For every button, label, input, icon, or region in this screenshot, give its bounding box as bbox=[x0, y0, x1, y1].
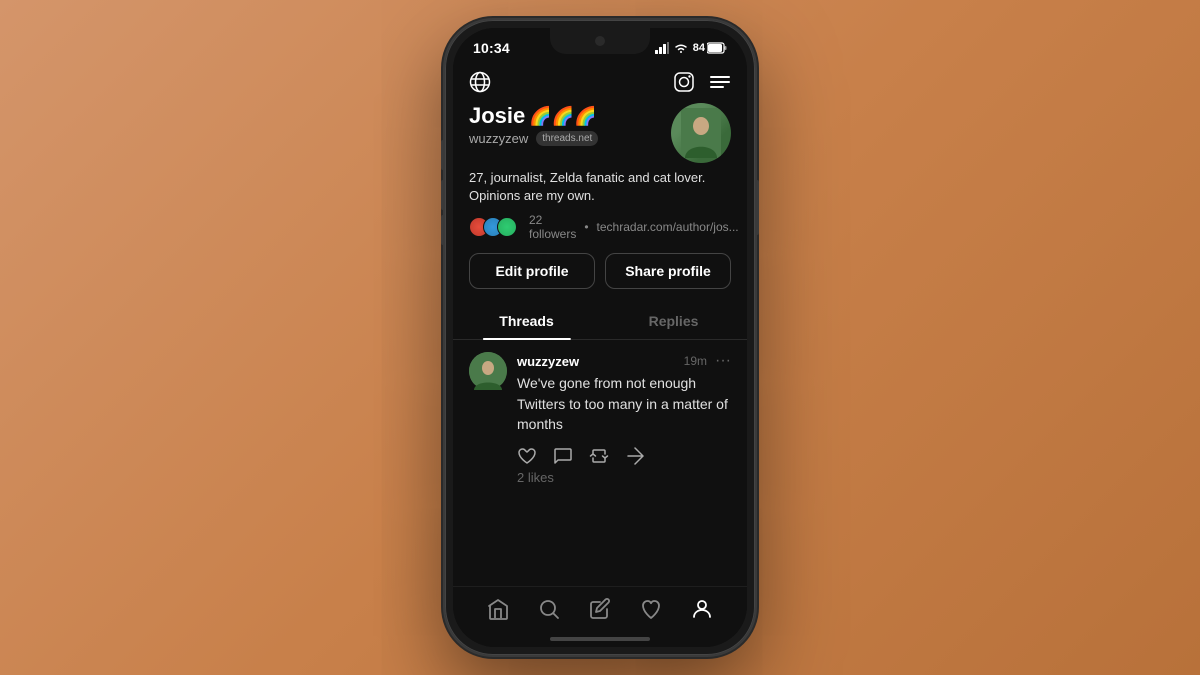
search-nav-item[interactable] bbox=[537, 597, 561, 621]
like-button[interactable] bbox=[517, 444, 537, 465]
heart-nav-item[interactable] bbox=[639, 597, 663, 621]
thread-username: wuzzyzew bbox=[517, 354, 579, 369]
status-bar: 10:34 84 bbox=[453, 28, 747, 62]
compose-nav-item[interactable] bbox=[588, 597, 612, 621]
profile-bio: 27, journalist, Zelda fanatic and cat lo… bbox=[469, 169, 731, 205]
thread-meta: 19m ··· bbox=[684, 352, 731, 370]
profile-name: Josie 🌈🌈🌈 bbox=[469, 103, 671, 129]
avatar-img bbox=[671, 103, 731, 163]
thread-item: wuzzyzew 19m ··· We've gone from not eno… bbox=[469, 352, 731, 484]
bottom-nav bbox=[453, 586, 747, 637]
battery-container: 84 bbox=[693, 42, 727, 54]
status-icons: 84 bbox=[655, 42, 727, 54]
home-nav-item[interactable] bbox=[486, 597, 510, 621]
profile-section: Josie 🌈🌈🌈 wuzzyzew threads.net bbox=[453, 99, 747, 303]
thread-likes: 2 likes bbox=[517, 470, 731, 485]
follower-avatars bbox=[469, 217, 511, 237]
followers-link[interactable]: techradar.com/author/jos... bbox=[597, 220, 739, 234]
phone-frame: 10:34 84 bbox=[445, 20, 755, 655]
globe-icon[interactable] bbox=[469, 70, 491, 93]
share-button[interactable] bbox=[625, 444, 645, 465]
thread-more-button[interactable]: ··· bbox=[715, 352, 731, 370]
thread-feed: wuzzyzew 19m ··· We've gone from not eno… bbox=[453, 340, 747, 586]
thread-avatar bbox=[469, 352, 507, 390]
follower-avatar-3 bbox=[497, 217, 517, 237]
repost-button[interactable] bbox=[589, 444, 609, 465]
tab-threads[interactable]: Threads bbox=[453, 303, 600, 339]
menu-icon[interactable] bbox=[709, 70, 731, 93]
threads-badge: threads.net bbox=[536, 131, 598, 146]
tab-replies[interactable]: Replies bbox=[600, 303, 747, 339]
battery-level: 84 bbox=[693, 42, 705, 54]
share-profile-button[interactable]: Share profile bbox=[605, 253, 731, 289]
edit-profile-button[interactable]: Edit profile bbox=[469, 253, 595, 289]
wifi-icon bbox=[674, 42, 688, 54]
notch-camera bbox=[595, 36, 605, 46]
thread-time: 19m bbox=[684, 354, 707, 368]
thread-header: wuzzyzew 19m ··· bbox=[517, 352, 731, 370]
tabs-row: Threads Replies bbox=[453, 303, 747, 340]
battery-icon bbox=[707, 42, 727, 54]
profile-header: Josie 🌈🌈🌈 wuzzyzew threads.net bbox=[469, 103, 731, 163]
app-content: Josie 🌈🌈🌈 wuzzyzew threads.net bbox=[453, 62, 747, 637]
top-nav bbox=[453, 62, 747, 99]
signal-icon bbox=[655, 42, 669, 54]
profile-avatar bbox=[671, 103, 731, 163]
nav-right bbox=[673, 70, 731, 93]
profile-name-area: Josie 🌈🌈🌈 wuzzyzew threads.net bbox=[469, 103, 671, 146]
instagram-icon[interactable] bbox=[673, 70, 695, 93]
thread-actions bbox=[517, 444, 731, 465]
home-indicator bbox=[453, 637, 747, 647]
profile-handle: wuzzyzew bbox=[469, 131, 528, 146]
thread-body: wuzzyzew 19m ··· We've gone from not eno… bbox=[517, 352, 731, 484]
action-buttons: Edit profile Share profile bbox=[469, 253, 731, 289]
followers-row: 22 followers • techradar.com/author/jos.… bbox=[469, 213, 731, 241]
dot-separator: • bbox=[584, 220, 588, 234]
followers-count[interactable]: 22 followers bbox=[529, 213, 576, 241]
status-time: 10:34 bbox=[473, 40, 510, 56]
thread-text: We've gone from not enough Twitters to t… bbox=[517, 373, 731, 434]
comment-button[interactable] bbox=[553, 444, 573, 465]
phone-screen: 10:34 84 bbox=[453, 28, 747, 647]
notch bbox=[550, 28, 650, 54]
home-bar bbox=[550, 637, 650, 641]
profile-handle-row: wuzzyzew threads.net bbox=[469, 131, 671, 146]
profile-nav-item[interactable] bbox=[690, 597, 714, 621]
